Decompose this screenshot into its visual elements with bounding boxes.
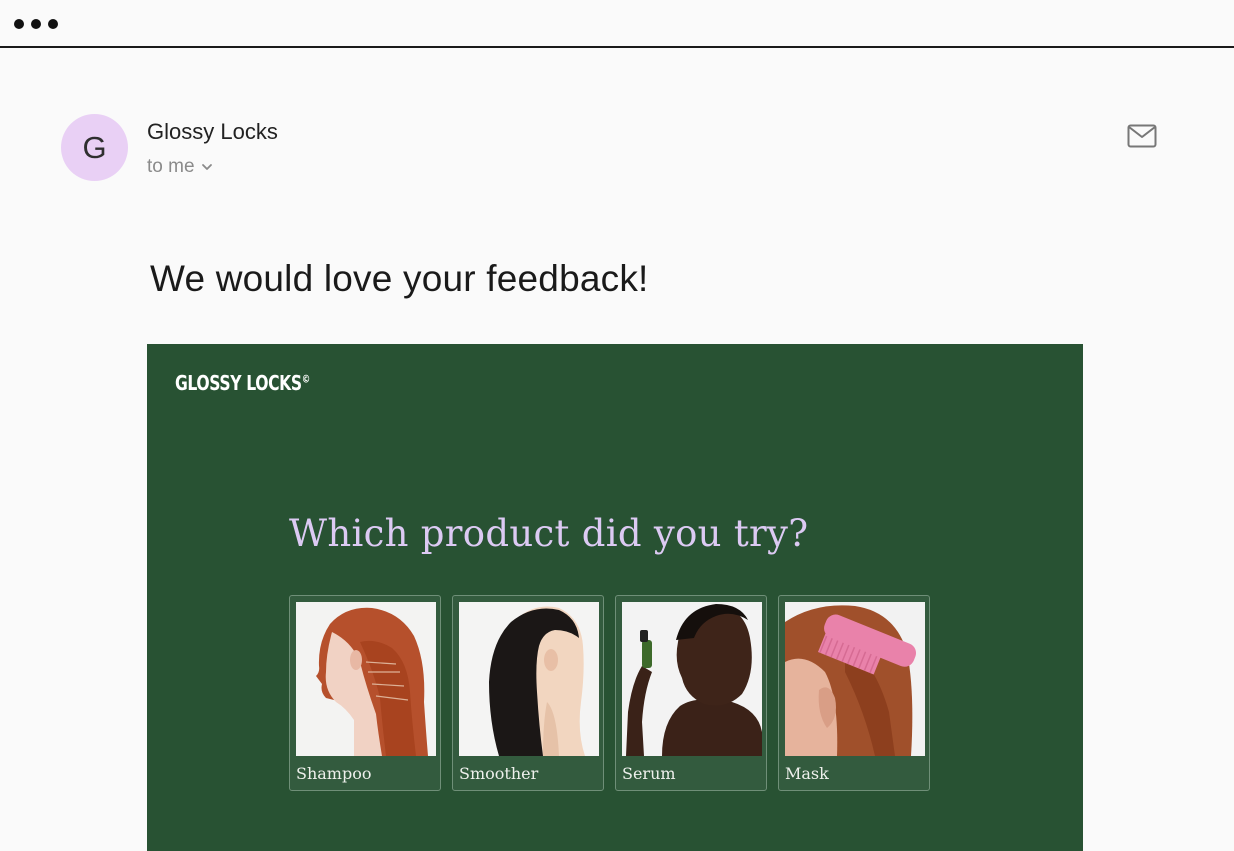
product-options: Shampoo Smoother Serum Mask (289, 595, 930, 791)
chevron-down-icon (201, 164, 212, 170)
email-window: G Glossy Locks to me We would love your … (0, 0, 1234, 851)
product-option-serum[interactable]: Serum (615, 595, 767, 791)
brand-name: GLOSSY LOCKS (175, 371, 302, 395)
mask-photo-icon (785, 602, 925, 756)
email-banner: GLOSSY LOCKS© Which product did you try?… (147, 344, 1083, 851)
product-label: Smoother (459, 764, 539, 783)
brand-logo: GLOSSY LOCKS© (175, 371, 310, 395)
window-controls[interactable] (14, 19, 58, 29)
window-titlebar (0, 0, 1234, 48)
product-photo (296, 602, 436, 756)
product-photo (622, 602, 762, 756)
mail-icon[interactable] (1127, 124, 1157, 148)
product-option-smoother[interactable]: Smoother (452, 595, 604, 791)
survey-question: Which product did you try? (289, 512, 809, 555)
dot-icon (31, 19, 41, 29)
product-option-mask[interactable]: Mask (778, 595, 930, 791)
product-label: Shampoo (296, 764, 372, 783)
product-option-shampoo[interactable]: Shampoo (289, 595, 441, 791)
serum-photo-icon (622, 602, 762, 756)
email-header: G Glossy Locks to me (61, 114, 1171, 184)
recipient-toggle[interactable]: to me (147, 156, 213, 178)
smoother-photo-icon (459, 602, 599, 756)
product-photo (459, 602, 599, 756)
avatar[interactable]: G (61, 114, 128, 181)
product-label: Mask (785, 764, 829, 783)
brand-mark: © (301, 372, 311, 386)
sender-name[interactable]: Glossy Locks (147, 119, 278, 145)
shampoo-photo-icon (296, 602, 436, 756)
product-label: Serum (622, 764, 676, 783)
dot-icon (48, 19, 58, 29)
product-photo (785, 602, 925, 756)
email-subject: We would love your feedback! (150, 258, 649, 299)
dot-icon (14, 19, 24, 29)
recipient-label: to me (147, 156, 195, 177)
